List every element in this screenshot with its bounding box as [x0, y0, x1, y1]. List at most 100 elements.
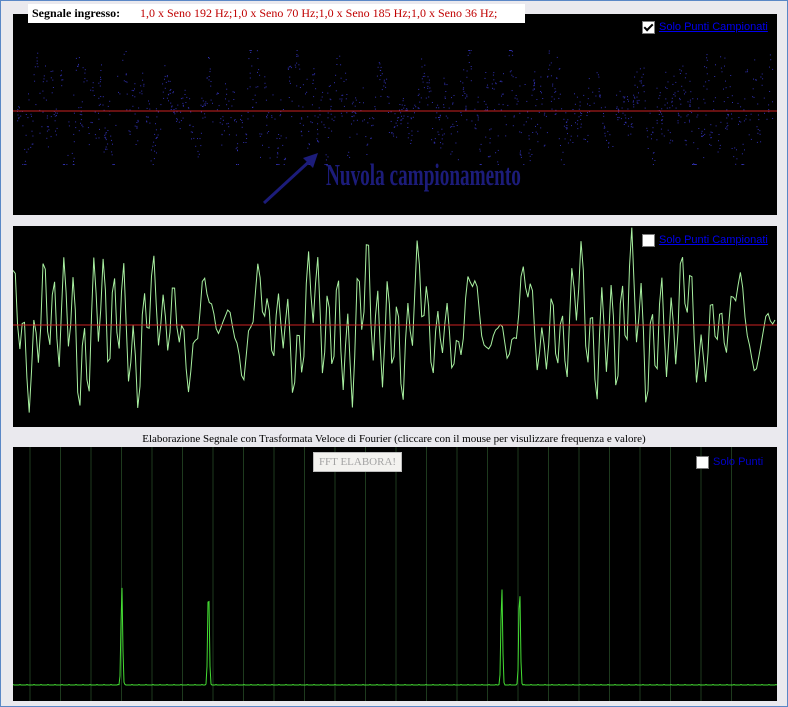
- sample-point: [226, 88, 228, 90]
- sample-point: [297, 55, 299, 57]
- sample-point: [643, 85, 645, 86]
- sample-point: [697, 148, 699, 150]
- sample-point: [768, 109, 770, 111]
- sample-point: [535, 125, 536, 127]
- sample-point: [228, 108, 229, 110]
- sample-point: [554, 113, 556, 115]
- sample-point: [667, 81, 669, 83]
- fft-spectrum-plot[interactable]: [13, 447, 777, 701]
- sample-point: [208, 79, 210, 81]
- sample-point: [671, 97, 673, 99]
- sample-point: [430, 90, 432, 92]
- sample-point: [396, 125, 398, 127]
- sample-point: [19, 107, 20, 109]
- sample-point: [532, 132, 534, 133]
- sample-point: [422, 81, 424, 83]
- sample-point: [370, 137, 372, 139]
- sample-point: [606, 139, 607, 141]
- sample-point: [574, 93, 575, 95]
- sample-point: [381, 89, 383, 91]
- sample-point: [351, 111, 353, 113]
- sample-point: [104, 136, 106, 138]
- sample-point: [43, 78, 45, 80]
- sample-point: [627, 96, 628, 98]
- sample-point: [566, 127, 568, 129]
- fft-only-points-checkbox[interactable]: Solo Punti: [696, 455, 763, 469]
- sample-point: [322, 91, 324, 93]
- sample-point: [726, 126, 728, 128]
- sample-point: [264, 76, 266, 78]
- sample-point: [353, 115, 355, 117]
- sample-point: [99, 128, 100, 130]
- sample-point: [772, 101, 773, 103]
- fft-checkbox-label[interactable]: Solo Punti: [713, 455, 763, 469]
- checkbox-unchecked-icon[interactable]: [642, 233, 655, 247]
- sample-point: [638, 99, 640, 101]
- sample-point: [296, 62, 298, 64]
- sample-point: [185, 102, 187, 103]
- sample-point: [75, 57, 77, 59]
- sample-point: [535, 131, 537, 133]
- sample-point: [624, 114, 626, 116]
- checkbox-unchecked-icon[interactable]: [696, 455, 709, 469]
- sample-point: [401, 119, 403, 121]
- sample-point: [647, 136, 649, 138]
- sample-point: [165, 81, 167, 83]
- sample-point: [51, 92, 53, 94]
- sample-point: [152, 145, 154, 147]
- sample-point: [476, 114, 478, 116]
- sample-point: [252, 107, 253, 108]
- sample-point: [231, 105, 233, 107]
- sample-point: [419, 101, 421, 103]
- fft-spectrum-panel[interactable]: [13, 447, 777, 701]
- sample-point: [583, 138, 585, 140]
- sample-point: [129, 133, 131, 135]
- sample-point: [155, 129, 157, 131]
- fft-elabora-button[interactable]: FFT ELABORA!: [313, 452, 402, 472]
- sample-point: [671, 105, 673, 107]
- sample-point: [720, 121, 722, 123]
- sample-point: [692, 98, 694, 100]
- sample-point: [252, 99, 254, 101]
- panel2-checkbox-label[interactable]: Solo Punti Campionati: [659, 233, 768, 247]
- sample-point: [650, 134, 652, 136]
- sample-point: [479, 148, 481, 150]
- sample-point: [634, 97, 636, 99]
- sample-point: [623, 101, 625, 103]
- sample-point: [219, 122, 221, 124]
- sample-point: [427, 87, 429, 89]
- sample-point: [552, 85, 554, 87]
- checkbox-checked-icon[interactable]: [642, 20, 655, 34]
- sample-point: [633, 106, 635, 108]
- sample-point: [580, 123, 582, 125]
- sample-point: [731, 95, 733, 97]
- sample-point: [708, 80, 710, 82]
- sample-point: [514, 97, 516, 99]
- panel2-sampled-points-checkbox[interactable]: Solo Punti Campionati: [642, 233, 768, 247]
- sample-point: [501, 93, 503, 95]
- sample-point: [448, 107, 450, 109]
- sample-point: [437, 104, 439, 106]
- sample-point: [687, 101, 689, 103]
- sample-point: [136, 125, 138, 127]
- sample-point: [307, 116, 309, 118]
- sample-point: [22, 125, 24, 127]
- sample-point: [636, 100, 638, 102]
- sample-point: [741, 153, 743, 155]
- sample-point: [73, 133, 75, 135]
- panel1-checkbox-label[interactable]: Solo Punti Campionati: [659, 20, 768, 34]
- sample-point: [540, 85, 542, 87]
- sample-point: [679, 69, 681, 71]
- sample-point: [317, 133, 319, 135]
- sample-point: [523, 124, 525, 126]
- sample-point: [556, 56, 558, 58]
- sample-point: [734, 147, 736, 149]
- sample-point: [516, 103, 518, 105]
- sample-point: [719, 144, 721, 146]
- sample-point: [212, 102, 213, 104]
- sample-point: [34, 66, 36, 68]
- sample-point: [125, 81, 127, 83]
- sample-point: [205, 101, 207, 103]
- sample-point: [320, 99, 322, 101]
- panel1-sampled-points-checkbox[interactable]: Solo Punti Campionati: [642, 20, 768, 34]
